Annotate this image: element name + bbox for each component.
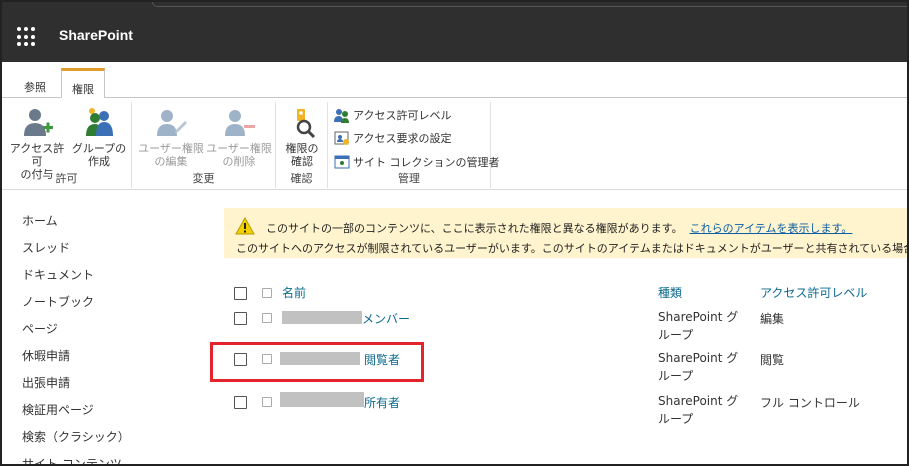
ribbon-group-manage: アクセス許可レベル アクセス要求の設定 サイト コレクションの管理者 管理	[328, 102, 500, 188]
permission-level: 編集	[760, 312, 785, 326]
row-checkbox[interactable]	[234, 396, 247, 409]
permissions-warning-banner: このサイトの一部のコンテンツに、ここに表示された権限と異なる権限があります。 こ…	[224, 208, 909, 258]
left-navigation: ホーム スレッド ドキュメント ノートブック ページ 休暇申請 出張申請 検証用…	[22, 208, 202, 464]
row-checkbox[interactable]	[234, 312, 247, 325]
ribbon-group-grant: アクセス許可 の付与 グループの 作成 許可	[2, 102, 132, 188]
ribbon-group-label: 許可	[55, 172, 78, 185]
select-all-checkbox[interactable]	[234, 287, 247, 300]
nav-item-documents[interactable]: ドキュメント	[22, 262, 202, 289]
permission-level: フル コントロール	[760, 396, 860, 410]
permission-levels-button[interactable]: アクセス許可レベル	[334, 105, 451, 125]
nav-item-leave-request[interactable]: 休暇申請	[22, 343, 202, 370]
app-title[interactable]: SharePoint	[59, 27, 133, 43]
show-items-link[interactable]: これらのアイテムを表示します。	[690, 222, 853, 235]
ribbon-group-label: 確認	[290, 172, 313, 185]
ribbon: アクセス許可 の付与 グループの 作成 許可 ユーザー権限 の編集 ユーザー権限…	[2, 98, 907, 190]
remove-user-permissions-icon	[225, 110, 255, 136]
row-select-checkbox[interactable]	[262, 313, 272, 323]
ribbon-group-label: 変更	[192, 172, 215, 185]
remove-user-permissions-button[interactable]: ユーザー権限 の削除	[204, 106, 274, 168]
window-frame: SharePoint 参照 権限 アクセス許可 の付与 グループの 作成 許可 …	[0, 0, 909, 466]
select-all-secondary-checkbox[interactable]	[262, 288, 272, 298]
check-permissions-icon	[296, 109, 316, 138]
column-header-name[interactable]: 名前	[282, 284, 306, 302]
nav-item-threads[interactable]: スレッド	[22, 235, 202, 262]
column-header-permission[interactable]: アクセス許可レベル	[760, 284, 867, 302]
permission-levels-icon	[334, 109, 349, 123]
edit-user-permissions-button[interactable]: ユーザー権限 の編集	[136, 106, 206, 168]
edit-user-permissions-icon	[157, 110, 187, 136]
group-name-link[interactable]: メンバー	[362, 310, 410, 327]
site-collection-admins-icon	[334, 155, 350, 169]
ribbon-group-check: 権限の 確認 確認	[276, 102, 328, 188]
nav-item-classic-search[interactable]: 検索（クラシック）	[22, 424, 202, 451]
create-group-icon	[86, 108, 113, 136]
app-launcher-icon[interactable]	[17, 27, 37, 47]
nav-item-home[interactable]: ホーム	[22, 208, 202, 235]
nav-item-test-page[interactable]: 検証用ページ	[22, 397, 202, 424]
check-permissions-button[interactable]: 権限の 確認	[276, 106, 328, 168]
access-request-settings-button[interactable]: アクセス要求の設定	[334, 128, 451, 148]
suite-bar: SharePoint	[2, 2, 907, 62]
browser-edge	[152, 2, 907, 7]
nav-item-notebook[interactable]: ノートブック	[22, 289, 202, 316]
ribbon-group-modify: ユーザー権限 の編集 ユーザー権限 の削除 変更	[132, 102, 276, 188]
group-type: SharePoint グ ループ	[658, 310, 739, 342]
table-row[interactable]: 所有者 SharePoint グ ループ フル コントロール	[230, 392, 907, 434]
nav-item-pages[interactable]: ページ	[22, 316, 202, 343]
access-request-settings-icon	[334, 131, 349, 145]
tab-permissions[interactable]: 権限	[61, 68, 105, 99]
create-group-button[interactable]: グループの 作成	[68, 106, 130, 168]
grant-permission-icon	[24, 109, 53, 136]
ribbon-group-label: 管理	[398, 172, 420, 185]
group-type: SharePoint グ ループ	[658, 394, 739, 426]
permission-level: 閲覧	[760, 353, 785, 367]
warning-line-2: このサイトへのアクセスが制限されているユーザーがいます。このサイトのアイテムまた…	[236, 242, 909, 255]
tab-browse[interactable]: 参照	[14, 75, 56, 98]
group-name-link[interactable]: 所有者	[364, 394, 400, 411]
warning-line-1: このサイトの一部のコンテンツに、ここに表示された権限と異なる権限があります。 こ…	[266, 222, 853, 235]
redacted-site-name	[280, 392, 364, 407]
site-collection-admins-button[interactable]: サイト コレクションの管理者	[334, 152, 500, 172]
highlight-annotation	[210, 342, 424, 382]
nav-item-travel-request[interactable]: 出張申請	[22, 370, 202, 397]
group-type: SharePoint グ ループ	[658, 351, 739, 383]
ribbon-tabs: 参照 権限	[2, 62, 907, 99]
column-header-type[interactable]: 種類	[658, 284, 682, 302]
redacted-site-name	[282, 311, 362, 324]
nav-item-site-contents[interactable]: サイト コンテンツ	[22, 451, 202, 464]
row-select-checkbox[interactable]	[262, 397, 272, 407]
warning-icon	[235, 217, 255, 235]
